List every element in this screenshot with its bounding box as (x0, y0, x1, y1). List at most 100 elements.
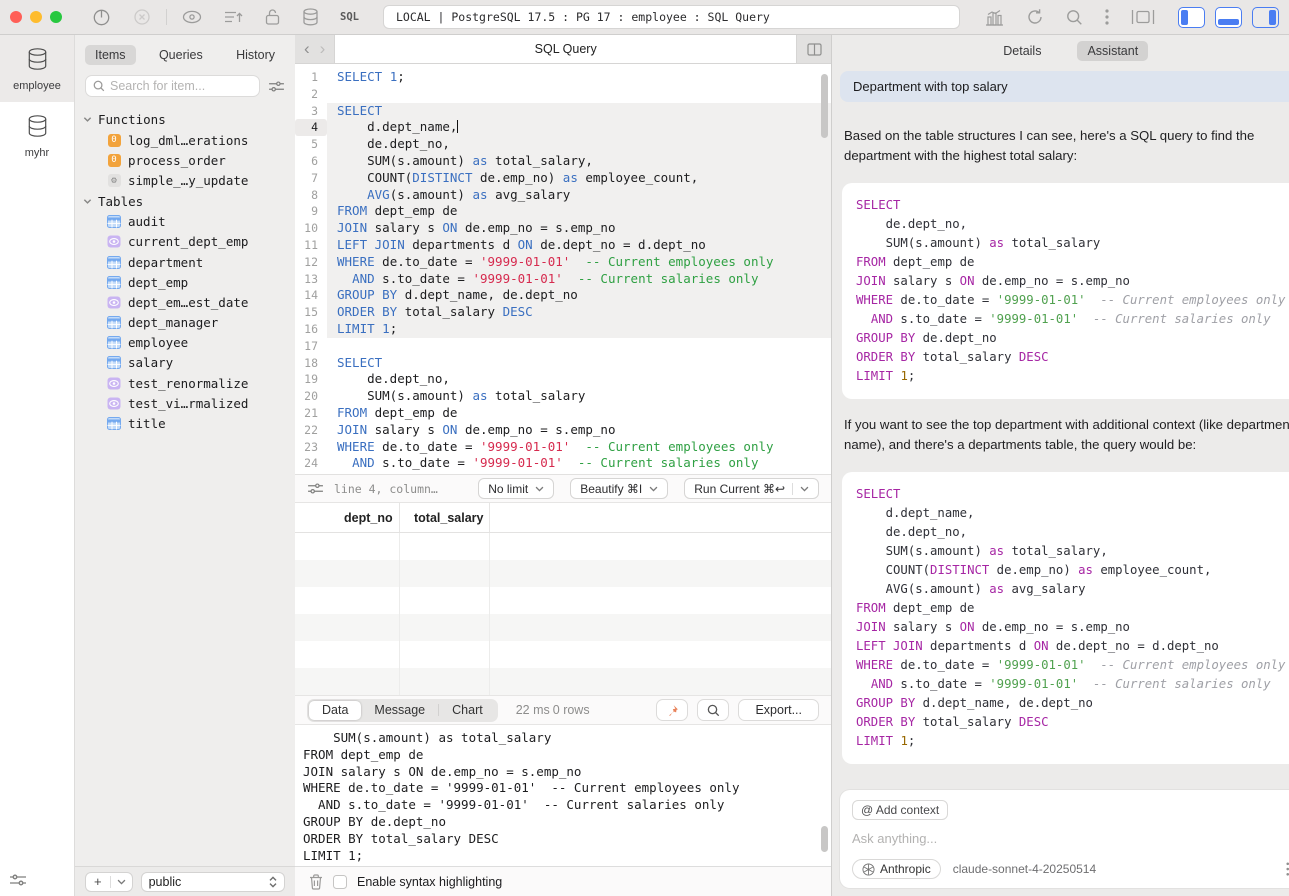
preview-eye-icon[interactable] (182, 10, 202, 24)
beautify-dropdown[interactable]: Beautify ⌘I (570, 478, 668, 499)
message-panel[interactable]: SUM(s.amount) as total_salaryFROM dept_e… (295, 724, 831, 866)
result-row[interactable] (295, 614, 831, 641)
editor-line[interactable]: 19 de.dept_no, (295, 371, 831, 388)
tree-item[interactable]: salary (83, 353, 295, 373)
provider-select[interactable]: Anthropic (852, 859, 941, 879)
window-panes-icon[interactable] (1131, 9, 1155, 25)
editor-line[interactable]: 16LIMIT 1; (295, 321, 831, 338)
tree-section-functions[interactable]: Functions (83, 109, 295, 130)
tab-items[interactable]: Items (85, 45, 136, 65)
editor-line[interactable]: 10JOIN salary s ON de.emp_no = s.emp_no (295, 220, 831, 237)
editor-line[interactable]: 21FROM dept_emp de (295, 405, 831, 422)
editor-line[interactable]: 18SELECT (295, 355, 831, 372)
editor-line[interactable]: 20 SUM(s.amount) as total_salary (295, 388, 831, 405)
editor-line[interactable]: 4 d.dept_name, (295, 119, 831, 136)
editor-scrollbar[interactable] (821, 74, 828, 138)
run-current-dropdown[interactable]: Run Current ⌘↩ (684, 478, 819, 499)
tree-section-tables[interactable]: Tables (83, 191, 295, 212)
tab-details[interactable]: Details (993, 41, 1051, 61)
item-search-input[interactable]: Search for item... (85, 75, 260, 97)
split-editor-icon[interactable] (797, 35, 831, 63)
assistant-chat[interactable]: Based on the table structures I can see,… (832, 112, 1289, 784)
tree-item[interactable]: department (83, 252, 295, 272)
connection-myhr[interactable]: myhr (0, 102, 74, 169)
connection-icon[interactable] (92, 8, 111, 27)
back-button[interactable]: ‹ (304, 39, 310, 59)
ask-anything-input[interactable]: Ask anything... (852, 831, 1289, 846)
tree-item[interactable]: ⚙simple_…y_update (83, 170, 295, 190)
editor-line[interactable]: 14GROUP BY d.dept_name, de.dept_no (295, 287, 831, 304)
result-row[interactable] (295, 560, 831, 587)
database-icon[interactable] (302, 8, 319, 26)
editor-line[interactable]: 2 (295, 86, 831, 103)
editor-line[interactable]: 1SELECT 1; (295, 69, 831, 86)
zoom-window-button[interactable] (50, 11, 62, 23)
editor-line[interactable]: 24 AND s.to_date = '9999-01-01' -- Curre… (295, 455, 831, 472)
syntax-highlighting-checkbox[interactable] (333, 875, 347, 889)
toggle-left-panel-button[interactable] (1178, 7, 1205, 28)
search-results-button[interactable] (697, 699, 729, 721)
tab-assistant[interactable]: Assistant (1077, 41, 1148, 61)
sidebar-settings-icon[interactable] (9, 873, 27, 887)
toggle-bottom-panel-button[interactable] (1215, 7, 1242, 28)
editor-line[interactable]: 13 AND s.to_date = '9999-01-01' -- Curre… (295, 271, 831, 288)
disconnect-icon[interactable] (133, 8, 151, 26)
filter-sliders-icon[interactable] (268, 80, 285, 93)
trash-icon[interactable] (309, 874, 323, 890)
tab-chart[interactable]: Chart (439, 701, 496, 720)
pin-results-button[interactable] (656, 699, 688, 721)
editor-line[interactable]: 9FROM dept_emp de (295, 203, 831, 220)
minimize-window-button[interactable] (30, 11, 42, 23)
toggle-right-panel-button[interactable] (1252, 7, 1279, 28)
editor-line[interactable]: 3SELECT (295, 103, 831, 120)
tree-item[interactable]: dept_em…est_date (83, 292, 295, 312)
column-header-dept-no[interactable]: dept_no (330, 503, 400, 532)
more-options-icon[interactable] (1105, 9, 1109, 25)
sql-editor[interactable]: 1SELECT 1;23SELECT4 d.dept_name,5 de.dep… (295, 64, 831, 474)
tab-data[interactable]: Data (309, 701, 361, 720)
tree-item[interactable]: test_vi…rmalized (83, 393, 295, 413)
column-header-total-salary[interactable]: total_salary (400, 503, 490, 532)
add-item-button[interactable]: + (85, 872, 133, 892)
tree-item[interactable]: title (83, 413, 295, 433)
conversation-title-banner[interactable]: Department with top salary (840, 71, 1289, 102)
schema-select[interactable]: public (141, 872, 285, 892)
tree-item[interactable]: test_renormalize (83, 373, 295, 393)
message-scrollbar[interactable] (821, 826, 828, 852)
result-row[interactable] (295, 587, 831, 614)
tree-item[interactable]: 0log_dml…erations (83, 130, 295, 150)
chart-icon[interactable] (985, 9, 1004, 26)
refresh-icon[interactable] (1026, 8, 1044, 26)
editor-line[interactable]: 15ORDER BY total_salary DESC (295, 304, 831, 321)
forward-button[interactable]: › (320, 39, 326, 59)
result-row[interactable] (295, 668, 831, 695)
search-icon[interactable] (1066, 9, 1083, 26)
result-row[interactable] (295, 533, 831, 560)
tree-item[interactable]: dept_emp (83, 272, 295, 292)
lock-icon[interactable] (265, 8, 280, 26)
tab-message[interactable]: Message (361, 701, 438, 720)
tab-history[interactable]: History (226, 45, 285, 65)
editor-line[interactable]: 22JOIN salary s ON de.emp_no = s.emp_no (295, 422, 831, 439)
close-window-button[interactable] (10, 11, 22, 23)
editor-line[interactable]: 8 AVG(s.amount) as avg_salary (295, 187, 831, 204)
editor-line[interactable]: 12WHERE de.to_date = '9999-01-01' -- Cur… (295, 254, 831, 271)
tree-item[interactable]: audit (83, 212, 295, 232)
statusbar-sliders-icon[interactable] (307, 482, 324, 495)
editor-line[interactable]: 23WHERE de.to_date = '9999-01-01' -- Cur… (295, 439, 831, 456)
editor-line[interactable]: 17 (295, 338, 831, 355)
editor-line[interactable]: 5 de.dept_no, (295, 136, 831, 153)
connection-employee[interactable]: employee (0, 35, 74, 102)
tree-item[interactable]: 0process_order (83, 150, 295, 170)
tab-queries[interactable]: Queries (149, 45, 213, 65)
editor-line[interactable]: 7 COUNT(DISTINCT de.emp_no) as employee_… (295, 170, 831, 187)
results-grid[interactable]: dept_no total_salary (295, 502, 831, 695)
limit-dropdown[interactable]: No limit (478, 478, 554, 499)
tree-item[interactable]: dept_manager (83, 313, 295, 333)
editor-line[interactable]: 11LEFT JOIN departments d ON de.dept_no … (295, 237, 831, 254)
export-button[interactable]: Export... (738, 699, 819, 721)
tree-item[interactable]: current_dept_emp (83, 232, 295, 252)
structure-commit-icon[interactable] (224, 9, 243, 25)
editor-line[interactable]: 6 SUM(s.amount) as total_salary, (295, 153, 831, 170)
result-row[interactable] (295, 641, 831, 668)
